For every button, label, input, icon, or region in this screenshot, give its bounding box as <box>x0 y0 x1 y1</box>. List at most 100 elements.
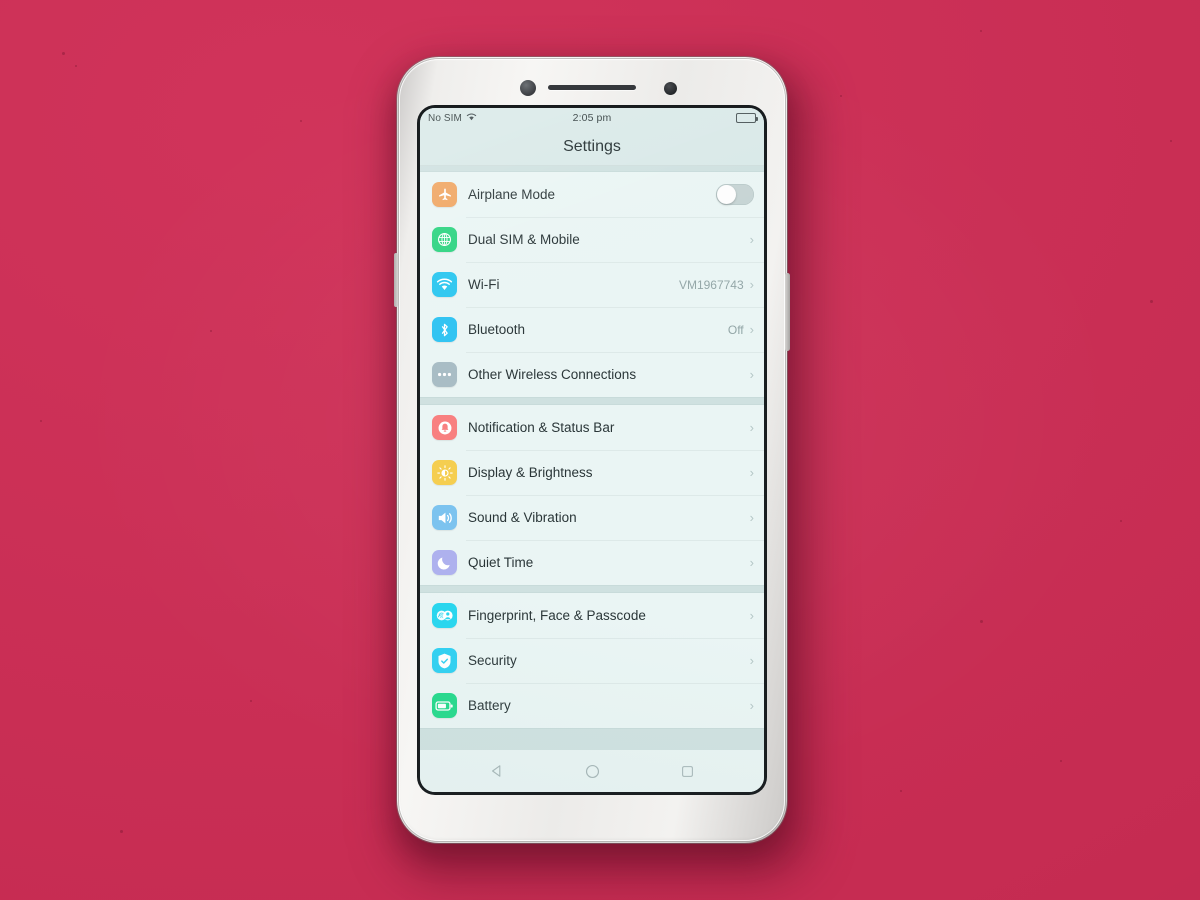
back-triangle-icon[interactable] <box>489 763 505 779</box>
settings-row-value: VM1967743 <box>678 277 744 292</box>
settings-list[interactable]: Airplane Mode Dual SIM & Mobile › Wi-Fi VM19… <box>420 166 764 750</box>
settings-group-security: Fingerprint, Face & Passcode › Security › Ba… <box>420 593 764 728</box>
settings-row-value: Off <box>727 322 744 337</box>
settings-row-label: Security <box>468 653 517 668</box>
airplane-mode-toggle[interactable] <box>716 184 754 205</box>
chevron-right-icon: › <box>749 608 754 623</box>
settings-row-label: Display & Brightness <box>468 465 593 480</box>
backdrop-speck <box>1170 140 1172 142</box>
ellipsis-icon <box>432 362 457 387</box>
backdrop-speck <box>980 620 983 623</box>
toggle-knob <box>717 185 736 204</box>
settings-row-label: Wi-Fi <box>468 277 500 292</box>
chevron-right-icon: › <box>749 698 754 713</box>
chevron-right-icon: › <box>749 232 754 247</box>
settings-row-sound-and-vibration[interactable]: Sound & Vibration › <box>420 495 764 540</box>
bluetooth-icon <box>432 317 457 342</box>
settings-row-accessory: VM1967743 › <box>679 278 754 292</box>
shield-check-icon <box>432 648 457 673</box>
settings-row-accessory <box>716 184 754 205</box>
settings-row-accessory: › <box>750 421 754 434</box>
fingerprint-face-icon <box>432 603 457 628</box>
status-bar-left: No SIM <box>428 112 477 124</box>
settings-row-dual-sim-and-mobile[interactable]: Dual SIM & Mobile › <box>420 217 764 262</box>
screen-bezel: No SIM 2:05 pm Settings Airplane Mode Du… <box>417 105 767 795</box>
backdrop-speck <box>300 120 302 122</box>
settings-row-wi-fi[interactable]: Wi-Fi VM1967743 › <box>420 262 764 307</box>
settings-row-label: Other Wireless Connections <box>468 367 637 382</box>
page-title-bar: Settings <box>420 128 764 166</box>
chevron-right-icon: › <box>749 555 754 570</box>
settings-row-security[interactable]: Security › <box>420 638 764 683</box>
volume-button[interactable] <box>394 253 398 307</box>
settings-row-accessory: › <box>750 368 754 381</box>
backdrop-speck <box>120 830 123 833</box>
settings-row-fingerprint-face-and-passcode[interactable]: Fingerprint, Face & Passcode › <box>420 593 764 638</box>
backdrop-speck <box>40 420 42 422</box>
proximity-sensor-icon <box>520 80 536 96</box>
settings-row-label: Quiet Time <box>468 555 534 570</box>
globe-icon <box>432 227 457 252</box>
backdrop-speck <box>1150 300 1153 303</box>
settings-row-accessory: › <box>750 556 754 569</box>
home-circle-icon[interactable] <box>584 763 601 780</box>
settings-row-airplane-mode[interactable]: Airplane Mode <box>420 172 764 217</box>
backdrop-speck <box>75 65 77 67</box>
backdrop-speck <box>1060 760 1062 762</box>
bell-icon <box>432 415 457 440</box>
status-bar: No SIM 2:05 pm <box>420 108 764 128</box>
chevron-right-icon: › <box>749 367 754 382</box>
settings-row-bluetooth[interactable]: Bluetooth Off › <box>420 307 764 352</box>
wifi-icon <box>432 272 457 297</box>
android-nav-bar[interactable] <box>420 750 764 792</box>
settings-row-notification-and-status-bar[interactable]: Notification & Status Bar › <box>420 405 764 450</box>
settings-row-display-and-brightness[interactable]: Display & Brightness › <box>420 450 764 495</box>
battery-icon <box>736 113 758 123</box>
settings-row-label: Airplane Mode <box>468 187 556 202</box>
earpiece-speaker-icon <box>548 85 636 90</box>
settings-row-label: Dual SIM & Mobile <box>468 232 580 247</box>
phone-device: No SIM 2:05 pm Settings Airplane Mode Du… <box>394 56 790 844</box>
backdrop-speck <box>210 330 212 332</box>
settings-row-other-wireless-connections[interactable]: Other Wireless Connections › <box>420 352 764 397</box>
page-title: Settings <box>563 137 621 155</box>
settings-row-accessory: › <box>750 511 754 524</box>
backdrop-speck <box>900 790 902 792</box>
chevron-right-icon: › <box>749 277 754 292</box>
settings-group-connectivity: Airplane Mode Dual SIM & Mobile › Wi-Fi VM19… <box>420 172 764 397</box>
settings-row-accessory: › <box>750 466 754 479</box>
chevron-right-icon: › <box>749 510 754 525</box>
chevron-right-icon: › <box>749 322 754 337</box>
settings-row-label: Fingerprint, Face & Passcode <box>468 608 646 623</box>
phone-screen: No SIM 2:05 pm Settings Airplane Mode Du… <box>420 108 764 792</box>
backdrop-speck <box>1120 520 1122 522</box>
settings-row-label: Sound & Vibration <box>468 510 577 525</box>
sun-icon <box>432 460 457 485</box>
status-bar-right <box>736 113 758 123</box>
chevron-right-icon: › <box>749 420 754 435</box>
backdrop-speck <box>62 52 65 55</box>
backdrop-speck <box>980 30 982 32</box>
wifi-icon <box>466 112 477 124</box>
settings-row-label: Bluetooth <box>468 322 526 337</box>
settings-row-accessory: › <box>750 233 754 246</box>
settings-group-display-sound: Notification & Status Bar › Display & Brig… <box>420 405 764 585</box>
moon-icon <box>432 550 457 575</box>
settings-row-quiet-time[interactable]: Quiet Time › <box>420 540 764 585</box>
settings-row-label: Battery <box>468 698 511 713</box>
settings-row-accessory: › <box>750 699 754 712</box>
backdrop-speck <box>840 95 842 97</box>
settings-row-accessory: › <box>750 654 754 667</box>
chevron-right-icon: › <box>749 465 754 480</box>
backdrop-speck <box>250 700 252 702</box>
power-button[interactable] <box>785 273 790 351</box>
battery-icon <box>432 693 457 718</box>
carrier-label: No SIM <box>428 112 462 124</box>
airplane-icon <box>432 182 457 207</box>
settings-row-label: Notification & Status Bar <box>468 420 615 435</box>
settings-row-accessory: Off › <box>728 323 754 337</box>
recents-square-icon[interactable] <box>680 764 695 779</box>
settings-row-battery[interactable]: Battery › <box>420 683 764 728</box>
front-camera-icon <box>664 82 677 95</box>
chevron-right-icon: › <box>749 653 754 668</box>
